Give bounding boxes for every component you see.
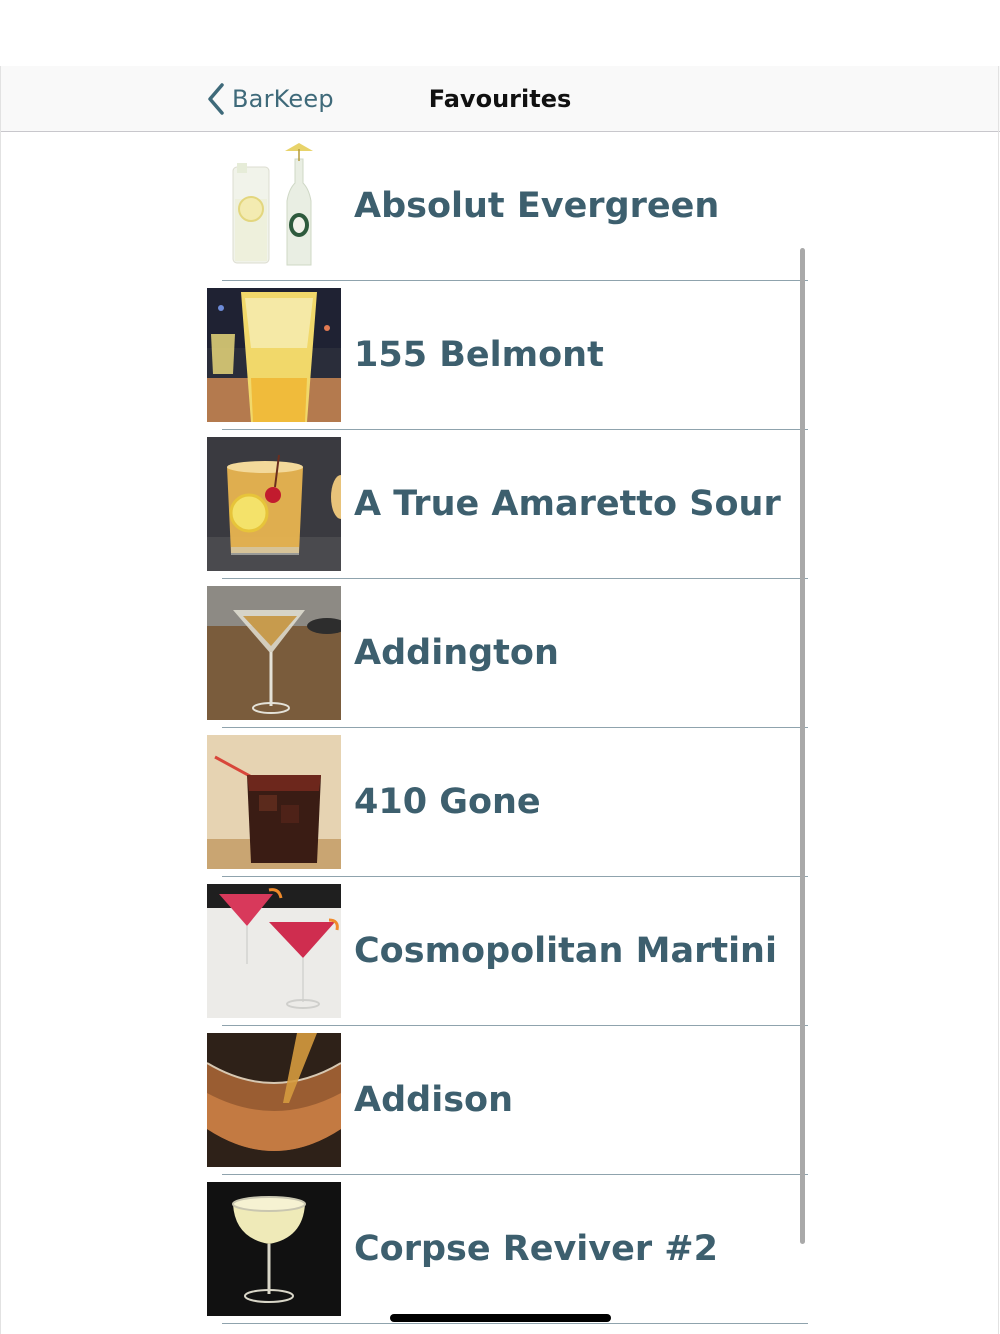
list-item[interactable]: Addington <box>0 579 1000 728</box>
drink-name: Absolut Evergreen <box>354 186 720 226</box>
list-item[interactable]: A True Amaretto Sour <box>0 430 1000 579</box>
list-item[interactable]: 410 Gone <box>0 728 1000 877</box>
drink-thumbnail <box>207 437 341 571</box>
list-item[interactable]: Addison <box>0 1026 1000 1175</box>
home-indicator[interactable] <box>390 1314 611 1322</box>
favourites-list: Absolut Evergreen 155 Belmont A True Ama… <box>0 132 1000 1324</box>
drink-thumbnail <box>207 139 341 273</box>
drink-name: 155 Belmont <box>354 335 604 375</box>
page-title: Favourites <box>428 85 572 113</box>
drink-thumbnail <box>207 288 341 422</box>
drink-name: Corpse Reviver #2 <box>354 1229 718 1269</box>
drink-thumbnail <box>207 1182 341 1316</box>
drink-thumbnail <box>207 586 341 720</box>
row-separator <box>222 1323 808 1324</box>
drink-name: Addison <box>354 1080 513 1120</box>
drink-name: 410 Gone <box>354 782 541 822</box>
list-item[interactable]: Corpse Reviver #2 <box>0 1175 1000 1324</box>
drink-name: Addington <box>354 633 559 673</box>
list-item[interactable]: 155 Belmont <box>0 281 1000 430</box>
list-item[interactable]: Cosmopolitan Martini <box>0 877 1000 1026</box>
chevron-left-icon <box>206 82 226 116</box>
drink-name: A True Amaretto Sour <box>354 484 781 524</box>
drink-thumbnail <box>207 1033 341 1167</box>
drink-thumbnail <box>207 735 341 869</box>
status-bar-area <box>0 0 1000 66</box>
scroll-indicator[interactable] <box>800 248 805 1244</box>
drink-name: Cosmopolitan Martini <box>354 931 777 971</box>
list-item[interactable]: Absolut Evergreen <box>0 132 1000 281</box>
favourites-screen: BarKeep Favourites Absolut Evergreen 155… <box>0 0 1000 1334</box>
drink-thumbnail <box>207 884 341 1018</box>
